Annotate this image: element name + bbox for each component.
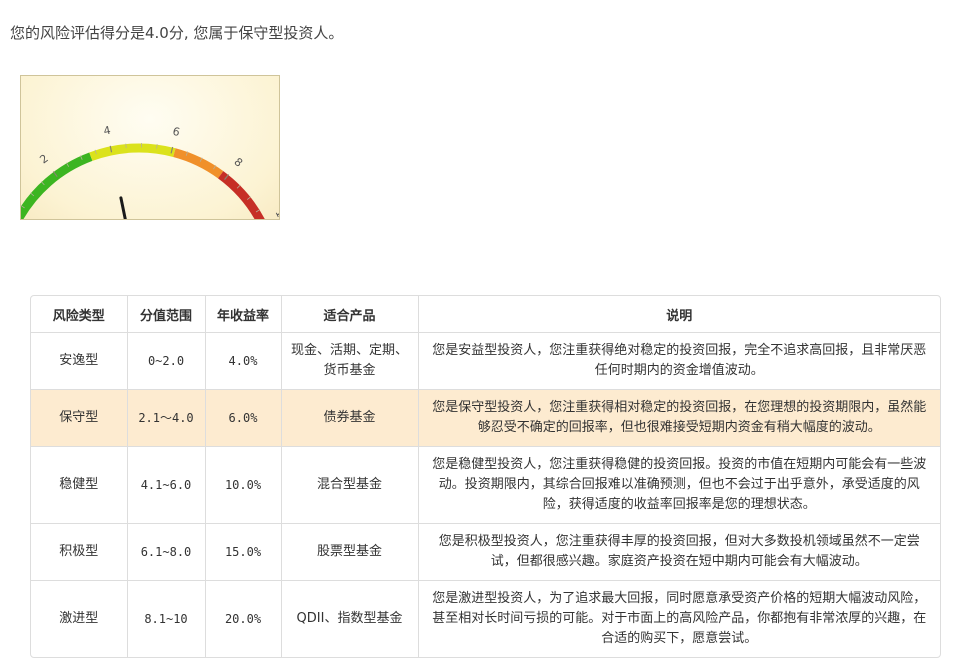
description-cell: 您是积极型投资人，您注重获得丰厚的投资回报，但对大多数投机领域虽然不一定尝试，但…: [417, 523, 940, 581]
description-cell: 您是稳健型投资人，您注重获得稳健的投资回报。投资的市值在短期内可能会有一些波动。…: [417, 446, 940, 524]
gauge-band-orange: [173, 148, 224, 179]
table-header-row: 风险类型 分值范围 年收益率 适合产品 说明: [31, 296, 940, 333]
table-row-current: 保守型 2.1～4.0 6.0% 债券基金 您是保守型投资人，您注重获得相对稳定…: [31, 389, 940, 447]
gauge-tick-label: 4: [102, 124, 111, 138]
risk-type-cell: 稳健型: [31, 446, 127, 524]
annual-yield-cell: 20.0%: [204, 580, 281, 657]
score-range-cell: 8.1~10: [126, 580, 205, 657]
products-cell: 现金、活期、定期、货币基金: [280, 332, 418, 390]
gauge-minor-tick: [156, 144, 158, 149]
gauge-tick-label: 2: [37, 152, 50, 167]
header-description: 说明: [417, 296, 940, 333]
risk-score-summary: 您的风险评估得分是4.0分, 您属于保守型投资人。: [10, 24, 344, 42]
header-suitable-products: 适合产品: [280, 296, 418, 333]
gauge-band-red: [217, 171, 265, 219]
gauge-needle: [119, 196, 127, 219]
risk-type-cell: 保守型: [31, 389, 127, 447]
risk-type-cell: 激进型: [31, 580, 127, 657]
description-cell: 您是激进型投资人，为了追求最大回报，同时愿意承受资产价格的短期大幅波动风险，甚至…: [417, 580, 940, 657]
products-cell: QDII、指数型基金: [280, 580, 418, 657]
annual-yield-cell: 6.0%: [204, 389, 281, 447]
description-cell: 您是保守型投资人，您注重获得相对稳定的投资回报，在您理想的投资期限内，虽然能够忍…: [417, 389, 940, 447]
products-cell: 混合型基金: [280, 446, 418, 524]
gauge-tick-label: 6: [171, 125, 181, 139]
score-range-cell: 2.1～4.0: [126, 389, 205, 447]
score-range-cell: 6.1~8.0: [126, 523, 205, 581]
header-score-range: 分值范围: [126, 296, 205, 333]
products-cell: 债券基金: [280, 389, 418, 447]
risk-type-table: 风险类型 分值范围 年收益率 适合产品 说明 安逸型 0~2.0 4.0% 现金…: [30, 295, 941, 658]
header-annual-yield: 年收益率: [204, 296, 281, 333]
gauge-dial: 0246810: [21, 124, 279, 219]
gauge-tick-label: 10: [273, 207, 279, 219]
score-range-cell: 0~2.0: [126, 332, 205, 390]
header-risk-type: 风险类型: [52, 308, 105, 324]
products-cell: 股票型基金: [280, 523, 418, 581]
table-row: 激进型 8.1~10 20.0% QDII、指数型基金 您是激进型投资人，为了追…: [31, 580, 940, 657]
gauge-band-green: [21, 152, 93, 219]
risk-gauge: 0246810: [20, 75, 280, 220]
table-row: 安逸型 0~2.0 4.0% 现金、活期、定期、货币基金 您是安益型投资人，您注…: [31, 332, 940, 390]
table-row: 积极型 6.1~8.0 15.0% 股票型基金 您是积极型投资人，您注重获得丰厚…: [31, 523, 940, 581]
annual-yield-cell: 10.0%: [204, 446, 281, 524]
gauge-tick-label: 8: [232, 155, 246, 170]
description-cell: 您是安益型投资人，您注重获得绝对稳定的投资回报，完全不追求高回报，且非常厌恶任何…: [417, 332, 940, 390]
score-range-cell: 4.1~6.0: [126, 446, 205, 524]
risk-type-cell: 积极型: [31, 523, 127, 581]
risk-type-cell: 安逸型: [31, 332, 127, 390]
annual-yield-cell: 4.0%: [204, 332, 281, 390]
gauge-band-yellow: [89, 143, 176, 161]
annual-yield-cell: 15.0%: [204, 523, 281, 581]
table-row: 稳健型 4.1~6.0 10.0% 混合型基金 您是稳健型投资人，您注重获得稳健…: [31, 446, 940, 524]
